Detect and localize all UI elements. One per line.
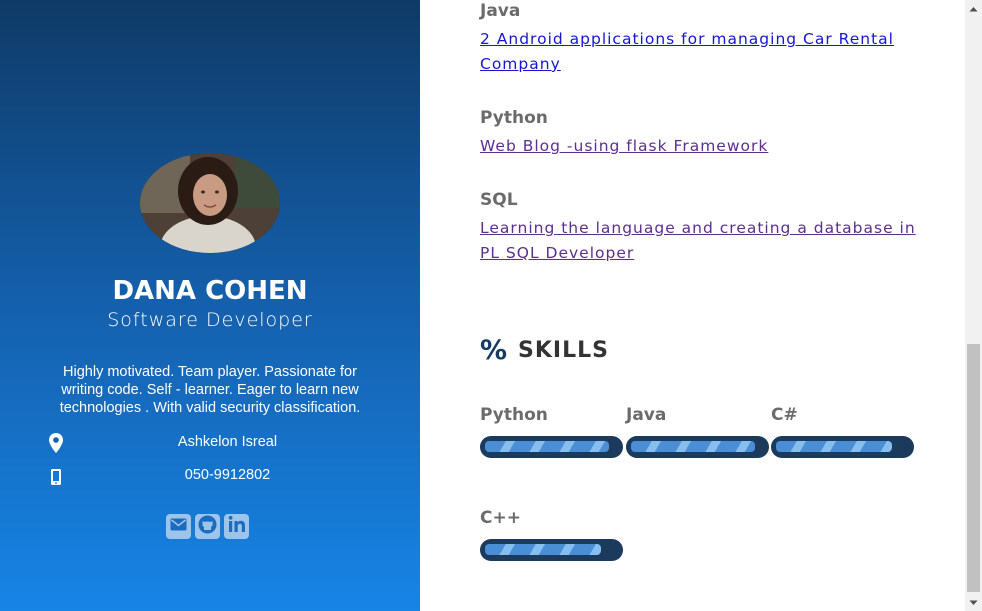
- skill-label: C++: [480, 508, 521, 528]
- envelope-icon: [170, 518, 187, 536]
- scrollbar-thumb[interactable]: [967, 344, 980, 592]
- vertical-scrollbar[interactable]: [965, 0, 982, 611]
- project-link[interactable]: Web Blog -using flask Framework: [480, 134, 940, 159]
- project-language: Java: [480, 1, 521, 21]
- profile-name: DANA COHEN: [112, 276, 308, 306]
- phone-row: 050-9912802: [0, 465, 420, 487]
- skills-title: SKILLS: [518, 337, 609, 363]
- skill-label: Python: [480, 405, 548, 425]
- skill-label: C#: [771, 405, 798, 425]
- skill-bar: [626, 436, 769, 458]
- skill-bar-fill: [776, 441, 892, 452]
- project-link[interactable]: 2 Android applications for managing Car …: [480, 27, 940, 77]
- skill-bar-fill: [485, 544, 601, 555]
- skill-bar: [771, 436, 914, 458]
- project-link[interactable]: Learning the language and creating a dat…: [480, 216, 940, 266]
- scroll-down-arrow-icon[interactable]: [965, 594, 982, 611]
- mobile-phone-icon: [48, 465, 64, 487]
- profile-role: Software Developer: [107, 309, 313, 331]
- profile-bio: Highly motivated. Team player. Passionat…: [59, 364, 361, 416]
- phone-text: 050-9912802: [184, 467, 271, 483]
- scroll-up-arrow-icon[interactable]: [965, 0, 982, 17]
- github-link[interactable]: [195, 514, 220, 539]
- github-icon: [198, 515, 217, 539]
- skills-heading: % SKILLS: [480, 334, 609, 366]
- location-row: Ashkelon Isreal: [0, 432, 420, 454]
- location-text: Ashkelon Isreal: [177, 434, 278, 450]
- avatar: [140, 153, 280, 253]
- skill-bar: [480, 539, 623, 561]
- email-link[interactable]: [166, 514, 191, 539]
- map-pin-icon: [48, 432, 64, 454]
- project-language: Python: [480, 108, 548, 128]
- percent-icon: %: [480, 334, 508, 366]
- linkedin-icon: [228, 515, 246, 538]
- social-links: [166, 514, 249, 540]
- main-content: Java 2 Android applications for managing…: [420, 0, 965, 611]
- skill-bar: [480, 436, 623, 458]
- skill-label: Java: [626, 405, 667, 425]
- skill-bar-fill: [485, 441, 609, 452]
- linkedin-link[interactable]: [224, 514, 249, 539]
- skill-bar-fill: [631, 441, 755, 452]
- profile-sidebar: DANA COHEN Software Developer Highly mot…: [0, 0, 420, 611]
- project-language: SQL: [480, 190, 518, 210]
